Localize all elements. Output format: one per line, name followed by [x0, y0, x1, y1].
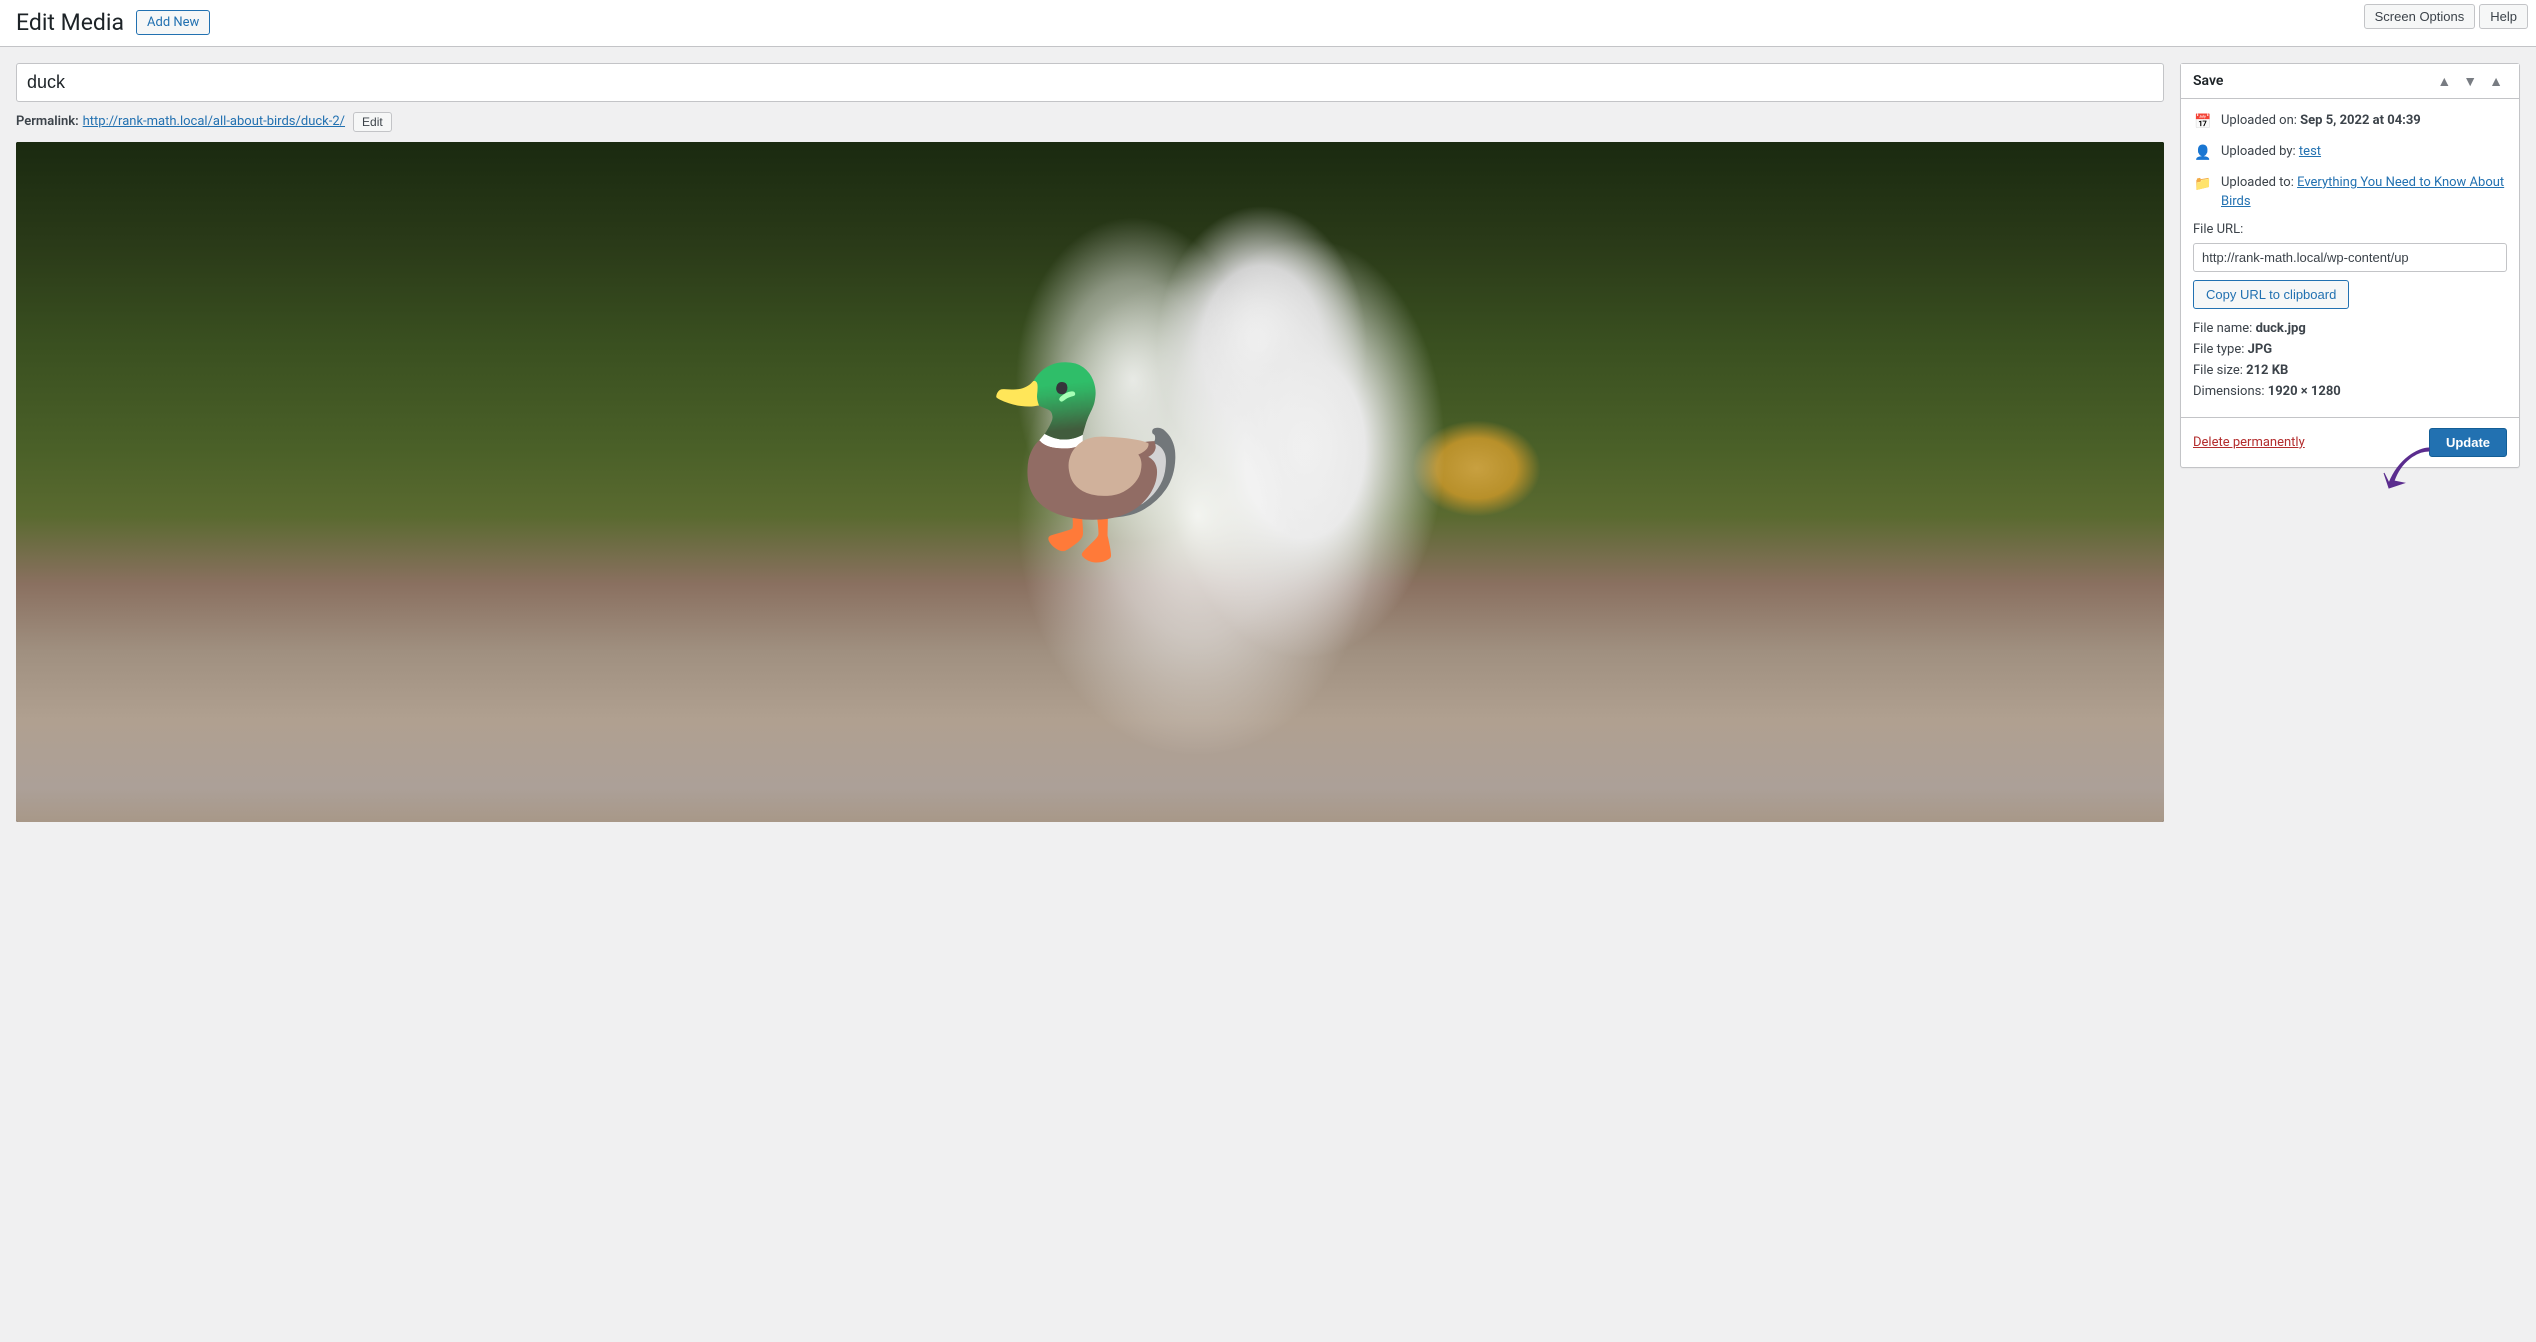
- metabox-collapse-down-button[interactable]: ▼: [2459, 72, 2481, 90]
- metabox-header: Save ▲ ▼ ▲: [2181, 64, 2519, 99]
- metabox-collapse-up-button[interactable]: ▲: [2433, 72, 2455, 90]
- uploaded-by-label: Uploaded by:: [2221, 144, 2296, 159]
- uploaded-by-link[interactable]: test: [2299, 144, 2321, 159]
- uploaded-on-label: Uploaded on:: [2221, 113, 2297, 128]
- permalink-edit-button[interactable]: Edit: [353, 112, 392, 132]
- page-wrapper: Screen Options Help Edit Media Add New P…: [0, 0, 2536, 1342]
- metabox-footer: Delete permanently Update: [2181, 417, 2519, 467]
- dimensions-row: Dimensions: 1920 × 1280: [2193, 384, 2507, 399]
- update-button[interactable]: Update: [2429, 428, 2507, 457]
- file-url-section: File URL: Copy URL to clipboard: [2193, 222, 2507, 321]
- content-area: Permalink: http://rank-math.local/all-ab…: [0, 47, 2536, 1342]
- duck-image: [16, 142, 2164, 822]
- metabox-controls: ▲ ▼ ▲: [2433, 72, 2507, 90]
- metabox-close-button[interactable]: ▲: [2485, 72, 2507, 90]
- page-title: Edit Media: [16, 8, 124, 38]
- file-url-label: File URL:: [2193, 222, 2507, 237]
- file-name-label: File name:: [2193, 321, 2252, 336]
- folder-icon: 📁: [2193, 174, 2213, 194]
- uploaded-on-value: Sep 5, 2022 at 04:39: [2300, 113, 2421, 128]
- help-button[interactable]: Help: [2479, 4, 2528, 29]
- main-content: Permalink: http://rank-math.local/all-ab…: [16, 63, 2164, 822]
- file-size-label: File size:: [2193, 363, 2243, 378]
- file-size-row: File size: 212 KB: [2193, 363, 2507, 378]
- file-type-row: File type: JPG: [2193, 342, 2507, 357]
- uploaded-on-text: Uploaded on: Sep 5, 2022 at 04:39: [2221, 111, 2507, 131]
- uploaded-to-text: Uploaded to: Everything You Need to Know…: [2221, 173, 2507, 212]
- uploaded-by-row: 👤 Uploaded by: test: [2193, 142, 2507, 163]
- metabox-body: 📅 Uploaded on: Sep 5, 2022 at 04:39 👤 Up…: [2181, 99, 2519, 417]
- save-metabox: Save ▲ ▼ ▲ 📅 Uploaded on: Sep 5, 2022 at…: [2180, 63, 2520, 468]
- file-size-value: 212 KB: [2246, 363, 2288, 378]
- title-input[interactable]: [16, 63, 2164, 102]
- media-image-container: [16, 142, 2164, 822]
- metabox-footer-wrapper: Delete permanently Update: [2181, 417, 2519, 467]
- add-new-button[interactable]: Add New: [136, 10, 210, 35]
- top-bar: Edit Media Add New: [0, 0, 2536, 47]
- uploaded-to-label: Uploaded to:: [2221, 175, 2294, 190]
- file-type-value: JPG: [2248, 342, 2273, 357]
- screen-options-bar: Screen Options Help: [2356, 0, 2536, 33]
- permalink-label: Permalink:: [16, 114, 79, 129]
- delete-permanently-link[interactable]: Delete permanently: [2193, 435, 2305, 450]
- screen-options-button[interactable]: Screen Options: [2364, 4, 2476, 29]
- user-icon: 👤: [2193, 143, 2213, 163]
- metabox-title: Save: [2193, 73, 2223, 89]
- file-name-value: duck.jpg: [2256, 321, 2306, 336]
- file-type-label: File type:: [2193, 342, 2244, 357]
- copy-url-button[interactable]: Copy URL to clipboard: [2193, 280, 2349, 309]
- uploaded-by-text: Uploaded by: test: [2221, 142, 2507, 162]
- permalink-link[interactable]: http://rank-math.local/all-about-birds/d…: [83, 114, 345, 129]
- sidebar: Save ▲ ▼ ▲ 📅 Uploaded on: Sep 5, 2022 at…: [2180, 63, 2520, 468]
- permalink-row: Permalink: http://rank-math.local/all-ab…: [16, 112, 2164, 132]
- dimensions-label: Dimensions:: [2193, 384, 2265, 399]
- dimensions-value: 1920 × 1280: [2268, 384, 2341, 399]
- file-name-row: File name: duck.jpg: [2193, 321, 2507, 336]
- uploaded-to-row: 📁 Uploaded to: Everything You Need to Kn…: [2193, 173, 2507, 212]
- file-url-input[interactable]: [2193, 243, 2507, 272]
- calendar-icon: 📅: [2193, 112, 2213, 132]
- uploaded-on-row: 📅 Uploaded on: Sep 5, 2022 at 04:39: [2193, 111, 2507, 132]
